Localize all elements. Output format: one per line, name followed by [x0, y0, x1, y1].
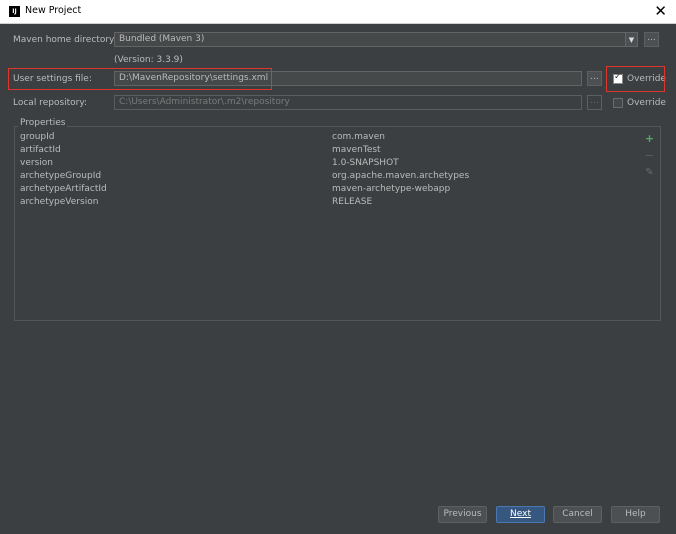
property-key: groupId	[20, 132, 55, 142]
table-row[interactable]: groupId com.maven	[17, 131, 639, 144]
property-value[interactable]: com.maven	[332, 131, 385, 144]
cancel-button[interactable]: Cancel	[553, 506, 602, 523]
table-row[interactable]: archetypeGroupId org.apache.maven.archet…	[17, 170, 639, 183]
local-repo-input[interactable]: C:\Users\Administrator\.m2\repository	[114, 95, 582, 110]
table-row[interactable]: version 1.0-SNAPSHOT	[17, 157, 639, 170]
local-repo-label: Local repository:	[13, 98, 88, 108]
property-key: version	[20, 158, 53, 168]
maven-home-label: Maven home directory:	[13, 35, 117, 45]
properties-toolbar: + − ✎	[640, 130, 659, 318]
properties-title: Properties	[18, 118, 68, 128]
maven-home-combo[interactable]: Bundled (Maven 3)	[114, 32, 626, 47]
title-bar: IJ New Project ✕	[0, 0, 676, 24]
user-settings-browse-button[interactable]: ...	[587, 71, 602, 86]
local-repo-browse-button[interactable]: ...	[587, 95, 602, 110]
maven-home-browse-button[interactable]: ...	[644, 32, 659, 47]
user-settings-override-label[interactable]: Override	[627, 74, 666, 84]
user-settings-label: User settings file:	[13, 74, 92, 84]
close-icon[interactable]: ✕	[654, 2, 667, 20]
chevron-down-icon[interactable]: ▼	[625, 32, 638, 47]
property-value[interactable]: org.apache.maven.archetypes	[332, 170, 469, 183]
pencil-icon[interactable]: ✎	[644, 167, 655, 178]
maven-version-note: (Version: 3.3.9)	[114, 55, 183, 65]
table-row[interactable]: archetypeArtifactId maven-archetype-weba…	[17, 183, 639, 196]
local-repo-override-checkbox[interactable]	[613, 98, 623, 108]
previous-button[interactable]: Previous	[438, 506, 487, 523]
user-settings-input[interactable]: D:\MavenRepository\settings.xml	[114, 71, 582, 86]
property-value[interactable]: RELEASE	[332, 196, 372, 209]
properties-table: groupId com.maven artifactId mavenTest v…	[17, 130, 639, 318]
property-key: archetypeGroupId	[20, 171, 102, 181]
next-button-label: Next	[510, 509, 531, 519]
property-value[interactable]: 1.0-SNAPSHOT	[332, 157, 399, 170]
table-row[interactable]: artifactId mavenTest	[17, 144, 639, 157]
minus-icon[interactable]: −	[644, 150, 655, 161]
table-row[interactable]: archetypeVersion RELEASE	[17, 196, 639, 209]
property-key: artifactId	[20, 145, 61, 155]
property-key: archetypeArtifactId	[20, 184, 107, 194]
checkmark-icon: ✓	[614, 72, 622, 82]
property-value[interactable]: mavenTest	[332, 144, 381, 157]
local-repo-override-label[interactable]: Override	[627, 98, 666, 108]
help-button[interactable]: Help	[611, 506, 660, 523]
property-key: archetypeVersion	[20, 197, 99, 207]
intellij-app-icon: IJ	[9, 6, 20, 17]
window-title: New Project	[25, 5, 82, 16]
property-value[interactable]: maven-archetype-webapp	[332, 183, 450, 196]
next-button[interactable]: Next	[496, 506, 545, 523]
user-settings-override-checkbox[interactable]: ✓	[613, 72, 623, 84]
plus-icon[interactable]: +	[644, 133, 655, 144]
